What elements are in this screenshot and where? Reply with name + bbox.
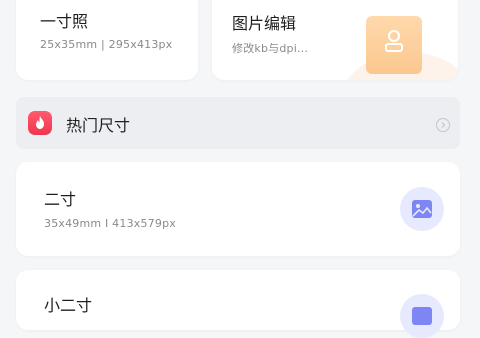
size-title: 小二寸 xyxy=(44,296,93,315)
card-title: 一寸照 xyxy=(40,12,89,31)
fire-icon xyxy=(28,111,52,135)
hot-sizes-header[interactable]: 热门尺寸 xyxy=(16,97,460,149)
size-subtitle: 35x49mm I 413x579px xyxy=(44,217,176,230)
size-title: 二寸 xyxy=(44,190,77,209)
card-subtitle: 修改kb与dpi... xyxy=(232,42,309,55)
image-icon xyxy=(400,187,444,231)
hot-sizes-label: 热门尺寸 xyxy=(66,116,131,135)
size-card-two-inch[interactable]: 二寸 35x49mm I 413x579px xyxy=(16,162,460,256)
card-title: 图片编辑 xyxy=(232,14,297,33)
one-inch-photo-card[interactable]: 一寸照 25x35mm | 295x413px xyxy=(16,0,198,80)
chevron-right-icon[interactable] xyxy=(436,118,450,132)
size-card-next[interactable]: 小二寸 xyxy=(16,270,460,338)
image-edit-card[interactable]: 图片编辑 修改kb与dpi... xyxy=(212,0,458,80)
id-card-icon xyxy=(366,16,422,74)
image-icon xyxy=(400,294,444,338)
card-subtitle: 25x35mm | 295x413px xyxy=(40,38,173,51)
